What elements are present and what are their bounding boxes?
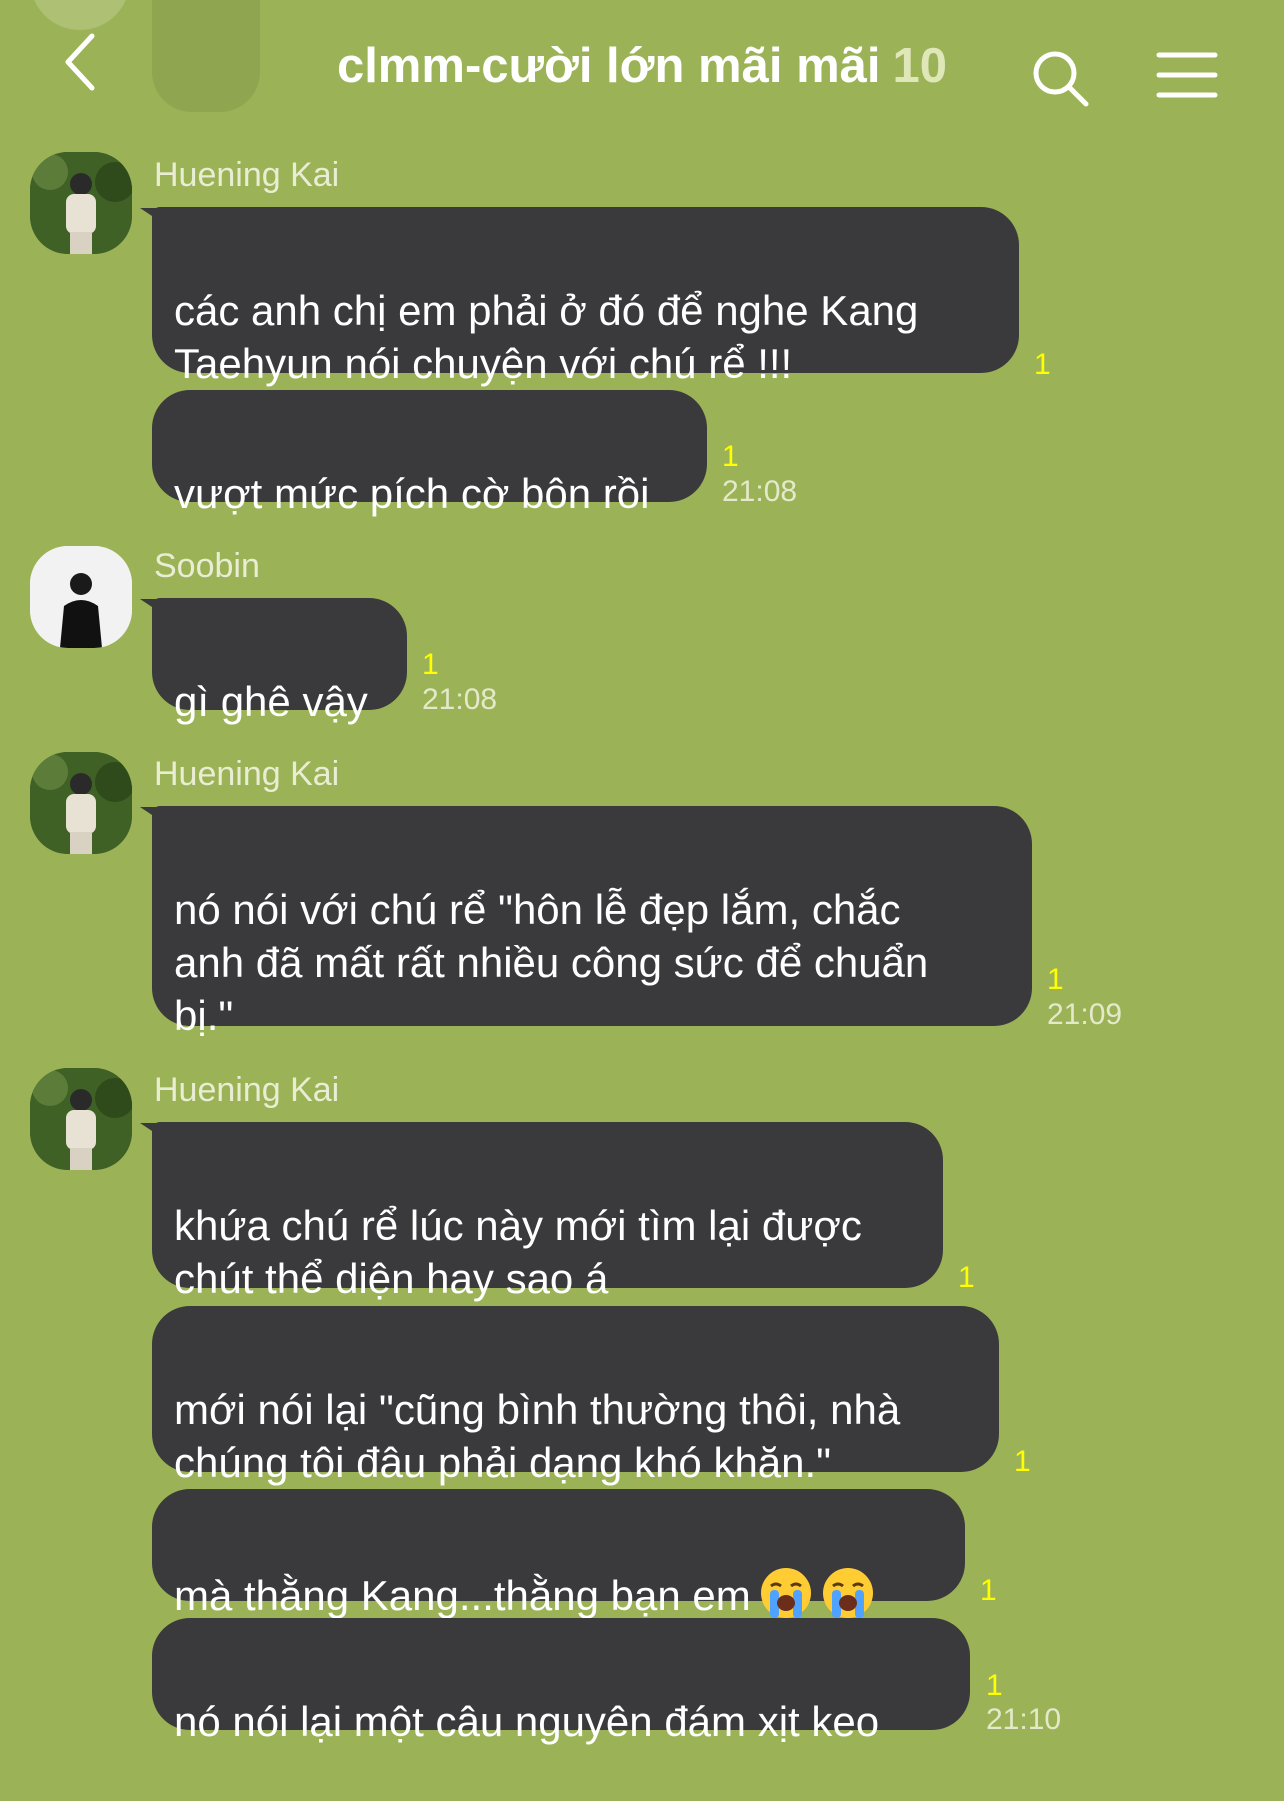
message-text: khứa chú rể lúc này mới tìm lại được chú… xyxy=(174,1202,862,1302)
avatar-huening-kai[interactable] xyxy=(30,1068,132,1170)
member-count: 10 xyxy=(892,39,948,93)
sender-name: Soobin xyxy=(154,547,260,585)
search-icon xyxy=(1033,51,1089,107)
message-bubble[interactable]: nó nói lại một câu nguyên đám xịt keo xyxy=(152,1618,970,1745)
avatar-soobin[interactable] xyxy=(30,546,132,648)
chat-room-name: clmm-cười lớn mãi mãi xyxy=(336,39,881,93)
search-button[interactable] xyxy=(1030,48,1092,110)
message-timestamp: 21:10 xyxy=(986,1703,1062,1736)
message-bubble[interactable]: vượt mức pích cờ bôn rồi xyxy=(152,390,707,517)
message-text: mới nói lại "cũng bình thường thôi, nhà … xyxy=(174,1386,901,1486)
sender-name: Huening Kai xyxy=(154,156,340,194)
unread-count: 1 xyxy=(1014,1445,1031,1478)
message-bubble[interactable]: khứa chú rể lúc này mới tìm lại được chú… xyxy=(152,1122,943,1302)
menu-button[interactable] xyxy=(1155,50,1219,100)
unread-count: 1 xyxy=(422,648,439,681)
profile-photo-icon xyxy=(30,1068,132,1170)
chat-header: clmm-cười lớn mãi mãi 10 xyxy=(0,0,1284,140)
message-text: nó nói lại một câu nguyên đám xịt keo xyxy=(174,1698,880,1745)
message-bubble[interactable]: nó nói với chú rể "hôn lễ đẹp lắm, chắc … xyxy=(152,806,1032,1039)
message-timestamp: 21:08 xyxy=(422,683,498,716)
message-bubble[interactable]: mà thằng Kang...thằng bạn em xyxy=(152,1489,965,1619)
message-text-row: mà thằng Kang...thằng bạn em xyxy=(174,1542,943,1622)
message-text: các anh chị em phải ở đó để nghe Kang Ta… xyxy=(174,287,919,387)
message-text: gì ghê vậy xyxy=(174,678,368,725)
message-bubble[interactable]: mới nói lại "cũng bình thường thôi, nhà … xyxy=(152,1306,999,1486)
loudly-crying-face-emoji xyxy=(760,1568,811,1618)
unread-count: 1 xyxy=(958,1261,975,1294)
message-text: nó nói với chú rể "hôn lễ đẹp lắm, chắc … xyxy=(174,886,929,1039)
sender-name: Huening Kai xyxy=(154,755,340,793)
avatar-huening-kai[interactable] xyxy=(30,752,132,854)
message-text: vượt mức pích cờ bôn rồi xyxy=(174,470,650,517)
unread-count: 1 xyxy=(722,440,739,473)
message-timestamp: 21:08 xyxy=(722,475,798,508)
profile-photo-icon xyxy=(30,152,132,254)
message-timestamp: 21:09 xyxy=(1047,998,1123,1031)
message-text: mà thằng Kang...thằng bạn em xyxy=(174,1572,751,1619)
sender-name: Huening Kai xyxy=(154,1071,340,1109)
unread-count: 1 xyxy=(1047,963,1064,996)
hamburger-menu-icon xyxy=(1156,52,1218,98)
message-bubble[interactable]: gì ghê vậy xyxy=(152,598,407,725)
unread-count: 1 xyxy=(980,1574,997,1607)
avatar-huening-kai[interactable] xyxy=(30,152,132,254)
message-bubble[interactable]: các anh chị em phải ở đó để nghe Kang Ta… xyxy=(152,207,1019,387)
loudly-crying-face-emoji xyxy=(822,1568,873,1618)
profile-photo-icon xyxy=(30,546,132,648)
unread-count: 1 xyxy=(1034,348,1051,381)
unread-count: 1 xyxy=(986,1669,1003,1702)
profile-photo-icon xyxy=(30,752,132,854)
